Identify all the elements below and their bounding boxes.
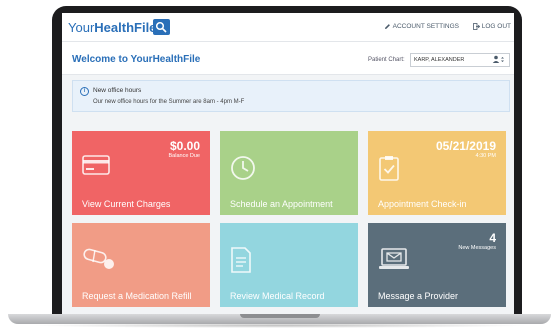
app-screen: YourHealthFile® ACCOUNT SETTINGS LOG OUT… (62, 13, 514, 314)
logo-main: HealthFile (94, 20, 157, 35)
info-icon: i (80, 87, 89, 96)
patient-chart-label: Patient Chart: (368, 57, 405, 63)
appointment-date: 05/21/2019 (435, 139, 496, 153)
tile-request-medication-refill[interactable]: Request a Medication Refill (72, 223, 210, 307)
laptop-message-icon (378, 247, 410, 276)
laptop-notch (240, 314, 320, 318)
message-count-label: New Messages (458, 245, 496, 251)
tile-message-provider[interactable]: 4 New Messages Message a Provider (368, 223, 506, 307)
account-settings-link[interactable]: ACCOUNT SETTINGS (384, 23, 459, 30)
notice-body: Our new office hours for the Summer are … (93, 99, 245, 105)
app-logo[interactable]: YourHealthFile® (68, 20, 160, 35)
tile-label: Request a Medication Refill (82, 291, 192, 301)
welcome-bar: Welcome to YourHealthFile Patient Chart:… (62, 42, 514, 75)
clock-icon (230, 155, 256, 186)
message-count: 4 (489, 231, 496, 245)
notice-title: New office hours (93, 87, 142, 94)
pill-icon (82, 247, 116, 276)
tile-schedule-appointment[interactable]: Schedule an Appointment (220, 131, 358, 215)
tile-label: Schedule an Appointment (230, 199, 333, 209)
tile-label: Message a Provider (378, 291, 459, 301)
page-title: Welcome to YourHealthFile (72, 54, 201, 65)
balance-amount: $0.00 (169, 139, 200, 153)
patient-chart-value: KARP, ALEXANDER (414, 57, 465, 63)
tile-appointment-check-in[interactable]: 05/21/2019 4:30 PM Appointment Check-in (368, 131, 506, 215)
office-hours-notice: i New office hours Our new office hours … (72, 80, 510, 112)
logout-icon (472, 23, 480, 30)
user-icon (492, 55, 506, 69)
tile-review-medical-record[interactable]: Review Medical Record (220, 223, 358, 307)
top-bar: YourHealthFile® ACCOUNT SETTINGS LOG OUT (62, 13, 514, 42)
logo-prefix: Your (68, 20, 95, 35)
pencil-icon (384, 24, 390, 29)
document-icon (230, 247, 252, 278)
patient-chart-select[interactable]: KARP, ALEXANDER (410, 53, 510, 67)
tile-label: Review Medical Record (230, 291, 325, 301)
credit-card-icon (82, 155, 110, 180)
tile-view-current-charges[interactable]: $0.00 Balance Due View Current Charges (72, 131, 210, 215)
tile-label: Appointment Check-in (378, 199, 467, 209)
logout-label: LOG OUT (481, 23, 511, 30)
search-icon[interactable] (153, 19, 170, 35)
clipboard-check-icon (378, 155, 400, 186)
appointment-time: 4:30 PM (475, 153, 496, 159)
balance-label: Balance Due (168, 153, 201, 159)
logout-link[interactable]: LOG OUT (472, 23, 511, 30)
tile-label: View Current Charges (82, 199, 171, 209)
account-settings-label: ACCOUNT SETTINGS (392, 23, 459, 30)
